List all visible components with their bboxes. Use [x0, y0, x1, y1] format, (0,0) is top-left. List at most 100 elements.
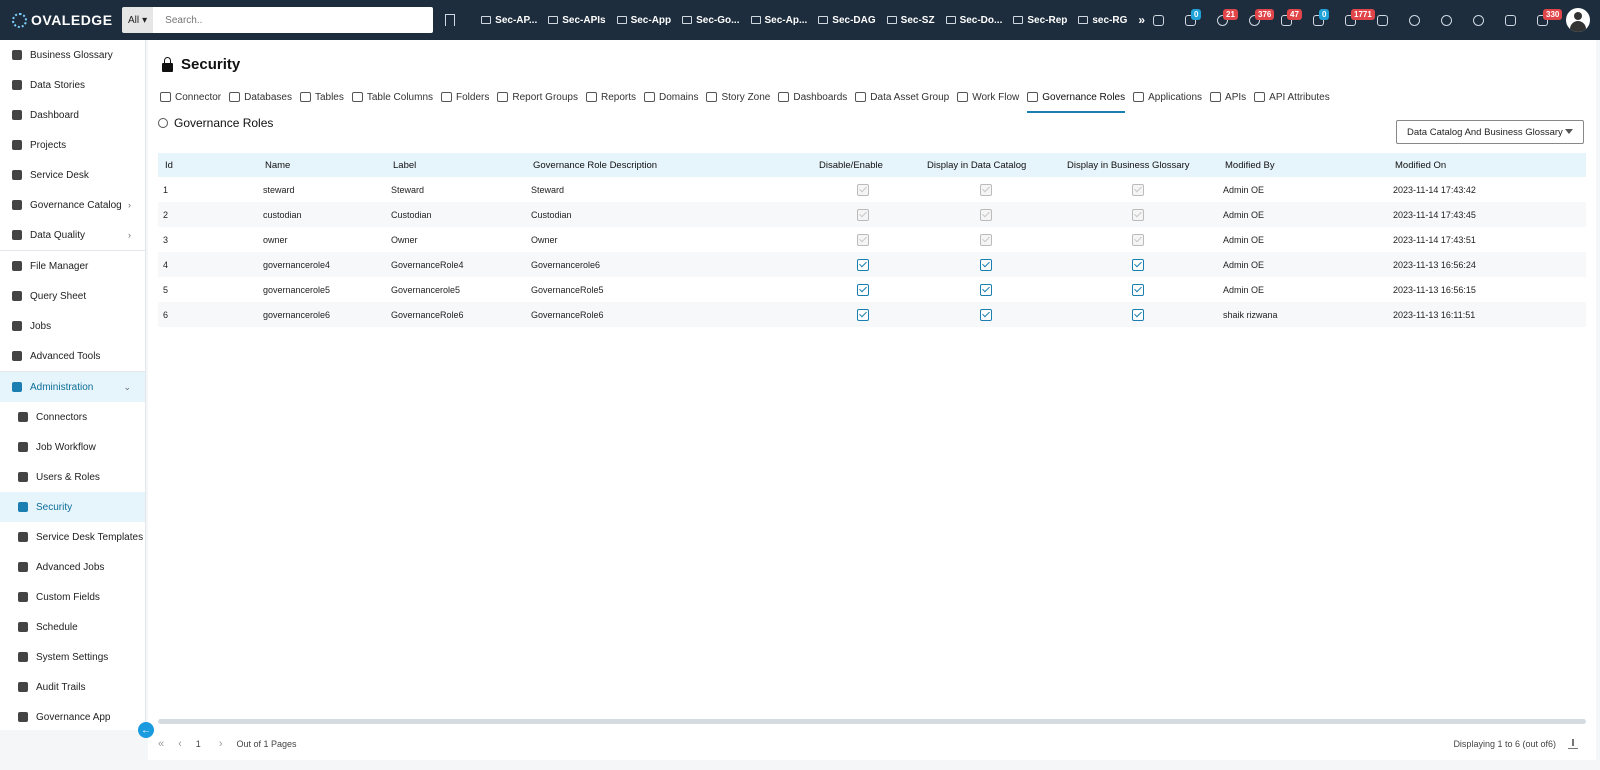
api-button[interactable]: 1771 — [1334, 0, 1375, 40]
ovaledge-logo[interactable]: OVALEDGE — [0, 12, 122, 28]
catalog-filter-select[interactable]: Data Catalog And Business Glossary — [1396, 120, 1584, 144]
horizontal-scrollbar[interactable] — [158, 719, 1586, 724]
report-button[interactable]: 47 — [1270, 0, 1302, 40]
column-header-governance-role-description[interactable]: Governance Role Description — [526, 153, 812, 177]
database-alert-button[interactable]: 21 — [1206, 0, 1238, 40]
tab-dashboards[interactable]: Dashboards — [778, 84, 855, 110]
help-button[interactable] — [1462, 0, 1494, 40]
tab-story-zone[interactable]: Story Zone — [706, 84, 778, 110]
tab-domains[interactable]: Domains — [643, 84, 706, 110]
tab-databases[interactable]: Databases — [229, 84, 300, 110]
sidebar-item-data-quality[interactable]: Data Quality › — [0, 220, 145, 250]
sidebar-item-data-stories[interactable]: Data Stories — [0, 70, 145, 100]
first-page-button[interactable]: « — [158, 738, 164, 750]
folder-shortcut[interactable]: Sec-Do... — [945, 15, 1002, 26]
sidebar-item-query-sheet[interactable]: Query Sheet — [0, 281, 145, 311]
column-header-id[interactable]: Id — [158, 153, 258, 177]
display-in-business-glossary-checkbox[interactable] — [1132, 283, 1144, 296]
tasks-button[interactable]: 0 — [1174, 0, 1206, 40]
sidebar-item-users-roles[interactable]: Users & Roles — [0, 462, 145, 492]
sidebar-item-service-desk-templates[interactable]: Service Desk Templates — [0, 522, 145, 552]
sidebar-item-service-desk[interactable]: Service Desk — [0, 160, 145, 190]
column-header-display-in-business-glossary[interactable]: Display in Business Glossary — [1060, 153, 1218, 177]
sidebar-item-schedule[interactable]: Schedule — [0, 612, 145, 642]
table-row[interactable]: 2 custodian Custodian Custodian Admin OE 2023… — [158, 202, 1586, 227]
tab-tables[interactable]: Tables — [299, 84, 352, 110]
display-in-data-catalog-checkbox[interactable] — [980, 308, 992, 321]
sidebar-item-custom-fields[interactable]: Custom Fields — [0, 582, 145, 612]
table-row[interactable]: 3 owner Owner Owner Admin OE 2023-11-14 17:43… — [158, 227, 1586, 252]
prev-page-button[interactable]: ‹ — [178, 738, 182, 750]
tab-table-columns[interactable]: Table Columns — [351, 84, 441, 110]
sidebar-item-advanced-jobs[interactable]: Advanced Jobs — [0, 552, 145, 582]
next-page-button[interactable]: › — [219, 738, 223, 750]
table-row[interactable]: 6 governancerole6 GovernanceRole6 Governanc… — [158, 302, 1586, 327]
search-input[interactable] — [153, 7, 434, 33]
sidebar-item-job-workflow[interactable]: Job Workflow — [0, 432, 145, 462]
folder-shortcut[interactable]: Sec-AP... — [481, 15, 537, 26]
enable-checkbox[interactable] — [857, 308, 869, 321]
sidebar-item-business-glossary[interactable]: Business Glossary — [0, 40, 145, 70]
table-row[interactable]: 4 governancerole4 GovernanceRole4 Governanc… — [158, 252, 1586, 277]
enable-checkbox[interactable] — [857, 283, 869, 296]
sidebar-item-security[interactable]: Security — [0, 492, 145, 522]
column-header-name[interactable]: Name — [258, 153, 386, 177]
bookmark-icon[interactable] — [445, 14, 456, 26]
sidebar-item-system-settings[interactable]: System Settings — [0, 642, 145, 672]
sidebar-item-connectors[interactable]: Connectors — [0, 402, 145, 432]
folder-shortcut[interactable]: Sec-Ap... — [750, 15, 807, 26]
display-in-business-glossary-checkbox[interactable] — [1132, 258, 1144, 271]
folder-shortcut[interactable]: Sec-Go... — [682, 15, 740, 26]
enable-checkbox[interactable] — [857, 258, 869, 271]
tab-governance-roles[interactable]: Governance Roles — [1027, 84, 1133, 113]
column-header-label[interactable]: Label — [386, 153, 526, 177]
collapse-sidebar-button[interactable]: ← — [138, 722, 154, 738]
search-scope-dropdown[interactable]: All ▾ — [122, 7, 154, 33]
sidebar-item-jobs[interactable]: Jobs — [0, 311, 145, 341]
display-in-data-catalog-checkbox[interactable] — [980, 258, 992, 271]
folder-shortcut[interactable]: Sec-Rep — [1013, 15, 1067, 26]
tab-reports[interactable]: Reports — [585, 84, 644, 110]
cloud-upload-button[interactable] — [1142, 0, 1174, 40]
tab-apis[interactable]: APIs — [1210, 84, 1254, 110]
sidebar-item-audit-trails[interactable]: Audit Trails — [0, 672, 145, 702]
info-button[interactable] — [1398, 0, 1430, 40]
folder-shortcut[interactable]: Sec-SZ — [886, 15, 935, 26]
folder-shortcut[interactable]: Sec-APIs — [548, 15, 606, 26]
tab-api-attributes[interactable]: API Attributes — [1254, 84, 1338, 110]
folder-shortcut[interactable]: Sec-DAG — [818, 15, 876, 26]
tab-applications[interactable]: Applications — [1133, 84, 1210, 110]
cell-modified-by: shaik rizwana — [1223, 309, 1278, 320]
sidebar-item-dashboard[interactable]: Dashboard — [0, 100, 145, 130]
display-in-business-glossary-checkbox[interactable] — [1132, 308, 1144, 321]
dashboard-icon — [12, 110, 22, 120]
access-lock-button[interactable]: 0 — [1302, 0, 1334, 40]
tab-work-flow[interactable]: Work Flow — [957, 84, 1027, 110]
tab-report-groups[interactable]: Report Groups — [497, 84, 586, 110]
sidebar-item-administration[interactable]: Administration ⌄ — [0, 372, 145, 402]
user-avatar[interactable] — [1566, 8, 1590, 32]
folder-shortcut[interactable]: Sec-App — [616, 15, 671, 26]
sidebar-item-governance-catalog[interactable]: Governance Catalog › — [0, 190, 145, 220]
sidebar-item-advanced-tools[interactable]: Advanced Tools — [0, 341, 145, 371]
like-button[interactable] — [1366, 0, 1398, 40]
column-header-disable-enable[interactable]: Disable/Enable — [812, 153, 920, 177]
display-in-data-catalog-checkbox[interactable] — [980, 283, 992, 296]
alert-button[interactable]: 376 — [1238, 0, 1275, 40]
chrome-button[interactable] — [1430, 0, 1462, 40]
table-row[interactable]: 1 steward Steward Steward Admin OE 2023-11-14… — [158, 177, 1586, 202]
column-header-modified-on[interactable]: Modified On — [1388, 153, 1586, 177]
tab-connector[interactable]: Connector — [160, 84, 229, 110]
tab-folders[interactable]: Folders — [441, 84, 497, 110]
column-header-modified-by[interactable]: Modified By — [1218, 153, 1388, 177]
sidebar-item-governance-app[interactable]: Governance App — [0, 702, 145, 732]
messages-button[interactable]: 330 — [1526, 0, 1563, 40]
tab-data-asset-group[interactable]: Data Asset Group — [855, 84, 957, 110]
column-header-display-in-data-catalog[interactable]: Display in Data Catalog — [920, 153, 1060, 177]
expand-button[interactable] — [1494, 0, 1526, 40]
folder-shortcut[interactable]: sec-RG — [1078, 15, 1127, 26]
table-row[interactable]: 5 governancerole5 Governancerole5 Governanc… — [158, 277, 1586, 302]
sidebar-item-projects[interactable]: Projects — [0, 130, 145, 160]
download-icon[interactable] — [1568, 739, 1578, 749]
sidebar-item-file-manager[interactable]: File Manager — [0, 251, 145, 281]
